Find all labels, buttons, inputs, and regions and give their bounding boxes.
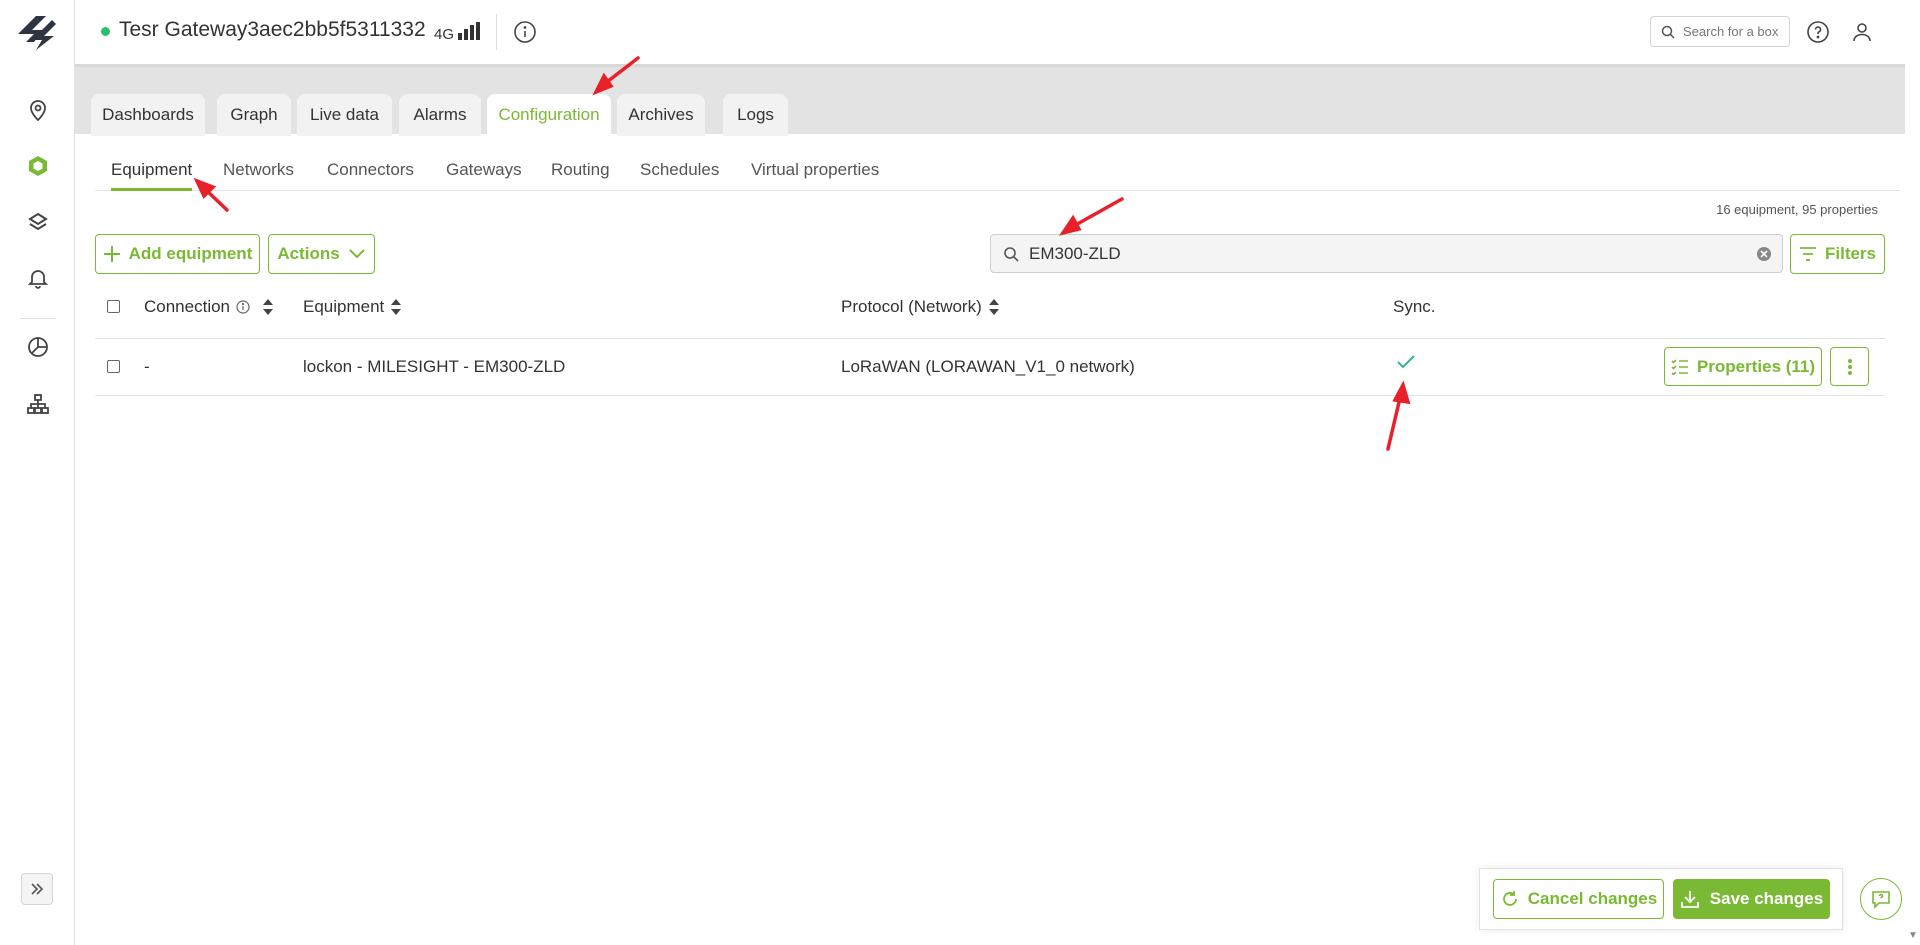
sort-icon[interactable]	[988, 298, 1000, 316]
chat-help-icon[interactable]	[1860, 878, 1902, 920]
row-divider-line	[95, 395, 1885, 396]
filters-label: Filters	[1824, 244, 1877, 263]
box-search-placeholder: Search for a box	[1683, 24, 1779, 39]
cube-icon[interactable]	[24, 152, 52, 180]
annotation-arrowhead-sync	[1392, 380, 1411, 405]
main-tab-bar: Dashboards Graph Live data Alarms Config…	[75, 64, 1905, 136]
actions-dropdown[interactable]: Actions	[268, 234, 375, 274]
tab-live-data[interactable]: Live data	[297, 94, 392, 136]
tab-archives[interactable]: Archives	[617, 94, 705, 136]
subtab-virtual-properties[interactable]: Virtual properties	[751, 160, 879, 180]
search-icon	[1004, 246, 1019, 262]
subtab-gateways[interactable]: Gateways	[446, 160, 522, 180]
expand-icon[interactable]	[21, 873, 53, 905]
column-sync: Sync.	[1393, 297, 1436, 317]
layers-icon[interactable]	[24, 208, 52, 236]
subtab-equipment[interactable]: Equipment	[111, 160, 192, 180]
brand-logo-icon[interactable]	[14, 12, 60, 52]
clear-icon[interactable]	[1756, 246, 1772, 262]
page-scrollbar[interactable]	[1905, 64, 1920, 945]
subtab-active-indicator	[111, 188, 192, 191]
status-dot	[101, 27, 110, 36]
sidebar-divider	[20, 318, 56, 319]
sort-icon[interactable]	[390, 298, 402, 316]
subtab-routing[interactable]: Routing	[551, 160, 610, 180]
cell-protocol: LoRaWAN (LORAWAN_V1_0 network)	[841, 357, 1135, 376]
save-changes-button[interactable]: Save changes	[1673, 879, 1830, 919]
save-changes-bar: Cancel changes Save changes	[1479, 868, 1843, 930]
column-protocol-label: Protocol (Network)	[841, 297, 982, 316]
chevron-down-icon	[348, 249, 365, 259]
more-options-icon[interactable]	[1830, 347, 1869, 386]
hierarchy-icon[interactable]	[24, 390, 52, 418]
bell-icon[interactable]	[24, 264, 52, 292]
header-divider-line	[95, 338, 1885, 339]
row-checkbox[interactable]	[107, 360, 120, 373]
cell-equipment: lockon - MILESIGHT - EM300-ZLD	[303, 357, 566, 376]
tab-alarms[interactable]: Alarms	[399, 94, 481, 136]
info-small-icon	[236, 300, 250, 314]
subtab-schedules[interactable]: Schedules	[640, 160, 719, 180]
sort-icon[interactable]	[262, 298, 274, 316]
user-icon[interactable]	[1850, 20, 1874, 44]
add-equipment-label: Add equipment	[128, 244, 253, 263]
filters-button[interactable]: Filters	[1790, 234, 1885, 274]
subtab-connectors[interactable]: Connectors	[327, 160, 414, 180]
network-type-label: 4G	[434, 26, 455, 43]
help-icon[interactable]	[1806, 20, 1830, 44]
tab-dashboards[interactable]: Dashboards	[91, 94, 205, 136]
add-equipment-button[interactable]: Add equipment	[95, 234, 260, 274]
tab-configuration[interactable]: Configuration	[487, 94, 611, 136]
equipment-search-input[interactable]: EM300-ZLD	[990, 234, 1783, 273]
column-protocol[interactable]: Protocol (Network)	[841, 297, 1000, 317]
annotation-arrow-equipment	[203, 187, 229, 212]
summary-count: 16 equipment, 95 properties	[1716, 202, 1878, 217]
map-pin-icon[interactable]	[24, 96, 52, 124]
properties-label: Properties (11)	[1696, 356, 1816, 376]
checklist-icon	[1671, 358, 1688, 375]
sub-tab-bar: Equipment Networks Connectors Gateways R…	[95, 134, 1900, 191]
annotation-arrowhead-search	[1059, 214, 1082, 236]
column-sync-label: Sync.	[1393, 297, 1436, 316]
cancel-changes-label: Cancel changes	[1527, 889, 1658, 908]
column-connection-label: Connection	[144, 297, 231, 316]
cell-connection: -	[144, 357, 150, 376]
cancel-changes-button[interactable]: Cancel changes	[1493, 879, 1664, 919]
column-equipment[interactable]: Equipment	[303, 297, 402, 317]
annotation-arrow-sync	[1386, 396, 1402, 451]
save-changes-label: Save changes	[1709, 889, 1824, 908]
refresh-icon	[1502, 891, 1517, 906]
annotation-arrow-search	[1070, 197, 1124, 229]
gateway-title: Tesr Gateway3aec2bb5f5311332	[119, 18, 426, 41]
header-divider	[496, 14, 497, 50]
column-connection[interactable]: Connection	[144, 297, 274, 317]
actions-label: Actions	[277, 244, 340, 263]
search-value: EM300-ZLD	[1029, 243, 1121, 263]
column-equipment-label: Equipment	[303, 297, 385, 316]
sync-check-icon	[1396, 354, 1416, 375]
box-search-input[interactable]: Search for a box	[1650, 16, 1790, 47]
signal-strength-icon	[458, 22, 480, 40]
filter-icon	[1799, 247, 1816, 261]
plus-icon	[103, 246, 120, 262]
top-header: Tesr Gateway3aec2bb5f5311332 4G Search f…	[75, 0, 1920, 64]
select-all-checkbox[interactable]	[107, 300, 120, 313]
download-icon	[1680, 891, 1699, 908]
sidebar	[0, 0, 75, 945]
tab-logs[interactable]: Logs	[723, 94, 788, 136]
properties-button[interactable]: Properties (11)	[1664, 347, 1822, 386]
chart-icon[interactable]	[24, 333, 52, 361]
scroll-down-icon[interactable]: ▼	[1908, 930, 1918, 941]
info-icon[interactable]	[513, 20, 537, 44]
tab-graph[interactable]: Graph	[217, 94, 291, 136]
subtab-networks[interactable]: Networks	[223, 160, 294, 180]
search-icon	[1661, 25, 1675, 39]
